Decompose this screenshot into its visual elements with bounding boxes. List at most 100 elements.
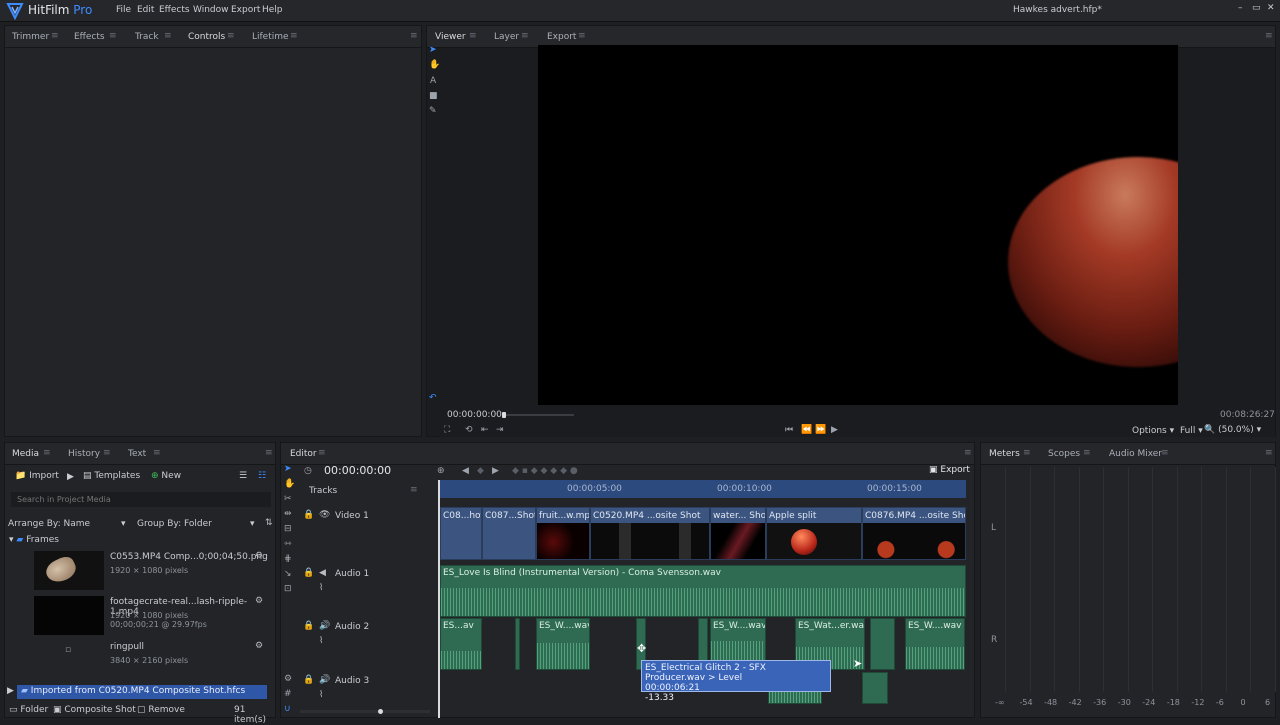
scroll-handle[interactable] <box>378 709 383 714</box>
detail-view-icon[interactable]: ☷ <box>258 471 266 481</box>
select-tool-icon[interactable]: ➤ <box>284 464 292 474</box>
export-menu-icon[interactable]: ≡ <box>578 31 586 41</box>
tab-track[interactable]: Track <box>135 32 159 42</box>
close-button[interactable]: ✕ <box>1267 3 1275 13</box>
menu-help[interactable]: Help <box>262 5 283 15</box>
snap-tool-icon[interactable]: ↘ <box>284 569 292 579</box>
lock-icon[interactable]: 🔒 <box>303 675 314 685</box>
trimmer-menu-icon[interactable]: ≡ <box>51 31 59 41</box>
tab-viewer[interactable]: Viewer <box>435 32 466 42</box>
step-forward-icon[interactable]: ⏩ <box>815 425 826 435</box>
group-by-dropdown[interactable]: Group By: Folder ▾ <box>137 519 259 529</box>
tab-history[interactable]: History <box>68 449 100 459</box>
gear-icon[interactable]: ⚙ <box>255 551 263 561</box>
text-tool-icon[interactable]: A <box>430 76 436 86</box>
gear-icon[interactable]: ⚙ <box>255 641 263 651</box>
viewer-menu-icon[interactable]: ≡ <box>469 31 477 41</box>
media-item[interactable]: ▫ ringpull 3840 × 2160 pixels ⚙ <box>33 639 273 669</box>
quality-dropdown[interactable]: Full ▾ <box>1180 426 1203 436</box>
fit-to-frame-icon[interactable]: ⛶ <box>444 425 450 435</box>
menu-window[interactable]: Window <box>193 5 229 15</box>
sort-icon[interactable]: ⇅ <box>265 518 273 528</box>
keyframe-icon[interactable]: ◆ <box>477 466 484 476</box>
meters-menu-icon[interactable]: ≡ <box>1023 448 1031 458</box>
audio-clip[interactable] <box>515 618 520 670</box>
lock-icon[interactable]: 🔒 <box>303 621 314 631</box>
rectangle-mask-icon[interactable]: ■ <box>429 91 438 101</box>
set-out-icon[interactable]: ⇥ <box>496 425 504 435</box>
tab-trimmer[interactable]: Trimmer <box>12 32 49 42</box>
tab-text[interactable]: Text <box>128 449 146 459</box>
video-clip[interactable]: fruit...w.mp4 <box>536 507 590 560</box>
effects-menu-icon[interactable]: ≡ <box>109 31 117 41</box>
track-menu-icon[interactable]: ≡ <box>164 31 172 41</box>
media-menu-icon[interactable]: ≡ <box>43 448 51 458</box>
rate-stretch-tool-icon[interactable]: ⋕ <box>284 554 292 564</box>
pan-tool-icon[interactable]: ✋ <box>429 60 440 70</box>
hand-tool-icon[interactable]: ✋ <box>284 479 295 489</box>
tab-scopes[interactable]: Scopes <box>1048 449 1080 459</box>
audio-clip[interactable]: ES_W....wav <box>905 618 965 670</box>
viewer-scrub-bar[interactable] <box>504 414 574 416</box>
import-button[interactable]: 📁 Import <box>15 471 59 481</box>
tab-controls[interactable]: Controls <box>188 32 225 42</box>
new-button[interactable]: ⊕ New <box>151 471 181 481</box>
slip-tool-icon[interactable]: ⇹ <box>284 509 292 519</box>
editor-menu-icon[interactable]: ≡ <box>318 448 326 458</box>
step-back-icon[interactable]: ⏪ <box>801 425 812 435</box>
undo-icon[interactable]: ↶ <box>429 393 437 403</box>
settings-gear-icon[interactable]: ⚙ <box>284 674 292 684</box>
grid-icon[interactable]: # <box>284 689 292 699</box>
speaker-icon[interactable]: 🔊 <box>319 621 330 631</box>
video-clip[interactable]: C08...hot <box>440 507 482 560</box>
select-tool-icon[interactable]: ➤ <box>429 45 437 55</box>
viewer-canvas[interactable] <box>538 45 1178 405</box>
video-clip[interactable]: C087...Shot <box>482 507 536 560</box>
prev-keyframe-icon[interactable]: ◀ <box>462 466 469 476</box>
menu-edit[interactable]: Edit <box>137 5 154 15</box>
text-menu-icon[interactable]: ≡ <box>153 448 161 458</box>
folder-frames[interactable]: ▾ ▰ Frames <box>9 535 59 545</box>
tab-audio-mixer[interactable]: Audio Mixer <box>1109 449 1162 459</box>
add-marker-icon[interactable]: ⊕ <box>437 466 445 476</box>
viewer-options-dropdown[interactable]: Options ▾ <box>1132 426 1174 436</box>
selected-folder-row[interactable]: ▶ ▰ Imported from C0520.MP4 Composite Sho… <box>7 685 267 699</box>
tracks-menu-icon[interactable]: ≡ <box>410 485 418 495</box>
timeline-ruler[interactable]: 00:00:05:00 00:00:10:00 00:00:15:00 <box>439 480 966 498</box>
mixer-menu-icon[interactable]: ≡ <box>1161 448 1169 458</box>
scopes-menu-icon[interactable]: ≡ <box>1083 448 1091 458</box>
pen-tool-icon[interactable]: ✎ <box>429 106 437 116</box>
automation-icon[interactable]: ⌇ <box>319 690 323 700</box>
audio-clip[interactable]: ES...av <box>440 618 482 670</box>
controls-menu-icon[interactable]: ≡ <box>227 31 235 41</box>
tab-meters[interactable]: Meters <box>989 449 1020 459</box>
list-view-icon[interactable]: ☰ <box>239 471 247 481</box>
remove-button[interactable]: ▢ Remove <box>137 705 185 715</box>
tab-media[interactable]: Media <box>12 449 39 459</box>
lifetime-menu-icon[interactable]: ≡ <box>290 31 298 41</box>
gear-icon[interactable]: ⚙ <box>255 596 263 606</box>
razor-tool-icon[interactable]: ✂ <box>284 494 292 504</box>
media-item[interactable]: C0553.MP4 Comp...0;00;04;50.png 1920 × 1… <box>33 549 273 591</box>
audio-clip[interactable]: ES_Love Is Blind (Instrumental Version) … <box>440 565 966 617</box>
arrange-by-dropdown[interactable]: Arrange By: Name ▾ <box>8 519 130 529</box>
panel-options-icon[interactable]: ≡ <box>410 31 418 41</box>
track-select-tool-icon[interactable]: ⊡ <box>284 584 292 594</box>
video-clip[interactable]: Apple split <box>766 507 862 560</box>
media-item[interactable]: footagecrate-real...lash-ripple-1.mp4 19… <box>33 594 273 636</box>
tool-strip-icon[interactable]: ◆ ▪ ◆ ◆ ◆ ◆ ● <box>512 466 578 476</box>
loop-icon[interactable]: ⟲ <box>465 425 473 435</box>
speaker-icon[interactable]: 🔊 <box>319 675 330 685</box>
tab-export[interactable]: Export <box>547 32 576 42</box>
tracks-scrollbar[interactable] <box>300 709 430 714</box>
audio-clip[interactable] <box>862 672 888 704</box>
minimize-button[interactable]: – <box>1238 3 1243 13</box>
go-to-start-icon[interactable]: ⏮ <box>785 425 793 435</box>
tab-effects[interactable]: Effects <box>74 32 105 42</box>
eye-icon[interactable]: 👁 <box>319 510 330 520</box>
menu-export[interactable]: Export <box>231 5 260 15</box>
speaker-icon[interactable]: ◀ <box>319 568 326 578</box>
audio-clip[interactable] <box>870 618 895 670</box>
editor-timecode[interactable]: 00:00:00:00 <box>324 464 391 477</box>
play-icon[interactable]: ▶ <box>831 425 838 435</box>
